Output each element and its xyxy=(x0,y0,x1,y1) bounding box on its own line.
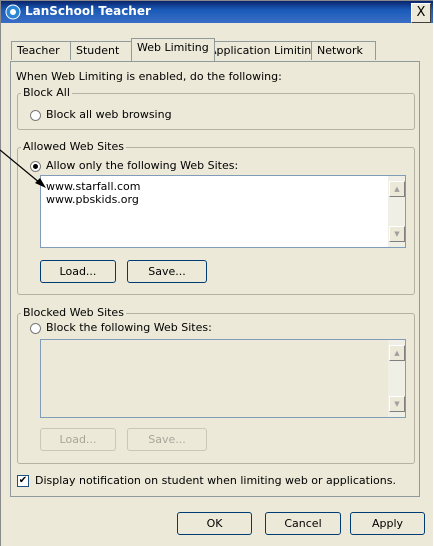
allowed-site-item[interactable]: www.starfall.com xyxy=(46,180,141,193)
title-bar: LanSchool Teacher X xyxy=(1,1,433,23)
allowed-load-button[interactable]: Load... xyxy=(40,260,116,283)
display-notification-label[interactable]: Display notification on student when lim… xyxy=(35,474,396,487)
tab-network[interactable]: Network xyxy=(311,41,376,60)
tab-application-limiting[interactable]: Application Limiting xyxy=(203,41,323,60)
close-button[interactable]: X xyxy=(411,3,431,23)
web-limiting-panel: When Web Limiting is enabled, do the fol… xyxy=(10,61,420,497)
blocked-sites-scrollbar[interactable]: ▲ ▼ xyxy=(388,340,405,417)
tab-web-limiting[interactable]: Web Limiting xyxy=(131,38,215,61)
tab-student[interactable]: Student xyxy=(70,41,136,60)
apply-button[interactable]: Apply xyxy=(350,512,425,535)
block-following-radio-label[interactable]: Block the following Web Sites: xyxy=(46,321,212,334)
allowed-save-button[interactable]: Save... xyxy=(127,260,207,283)
scroll-down-arrow-icon[interactable]: ▼ xyxy=(389,396,405,412)
block-following-radio[interactable] xyxy=(30,323,41,334)
cancel-button[interactable]: Cancel xyxy=(265,512,341,535)
blocked-load-button[interactable]: Load... xyxy=(40,428,116,451)
allow-only-radio-label[interactable]: Allow only the following Web Sites: xyxy=(46,159,238,172)
allowed-sites-scrollbar[interactable]: ▲ ▼ xyxy=(388,176,405,247)
pointer-arrow-icon xyxy=(0,149,46,188)
scroll-down-arrow-icon[interactable]: ▼ xyxy=(389,226,405,242)
scroll-up-arrow-icon[interactable]: ▲ xyxy=(389,345,405,361)
allowed-sites-list[interactable]: www.starfall.com www.pbskids.org ▲ ▼ xyxy=(40,175,406,248)
scroll-up-arrow-icon[interactable]: ▲ xyxy=(389,181,405,197)
block-all-radio-label[interactable]: Block all web browsing xyxy=(46,108,172,121)
blocked-sites-list[interactable]: ▲ ▼ xyxy=(40,339,406,418)
lanschool-dialog: LanSchool Teacher X Teacher Student Web … xyxy=(0,0,433,546)
blocked-save-button[interactable]: Save... xyxy=(127,428,207,451)
ok-button[interactable]: OK xyxy=(177,512,252,535)
blocked-sites-group-label: Blocked Web Sites xyxy=(21,306,126,319)
display-notification-checkbox[interactable]: ✔ xyxy=(17,475,29,487)
